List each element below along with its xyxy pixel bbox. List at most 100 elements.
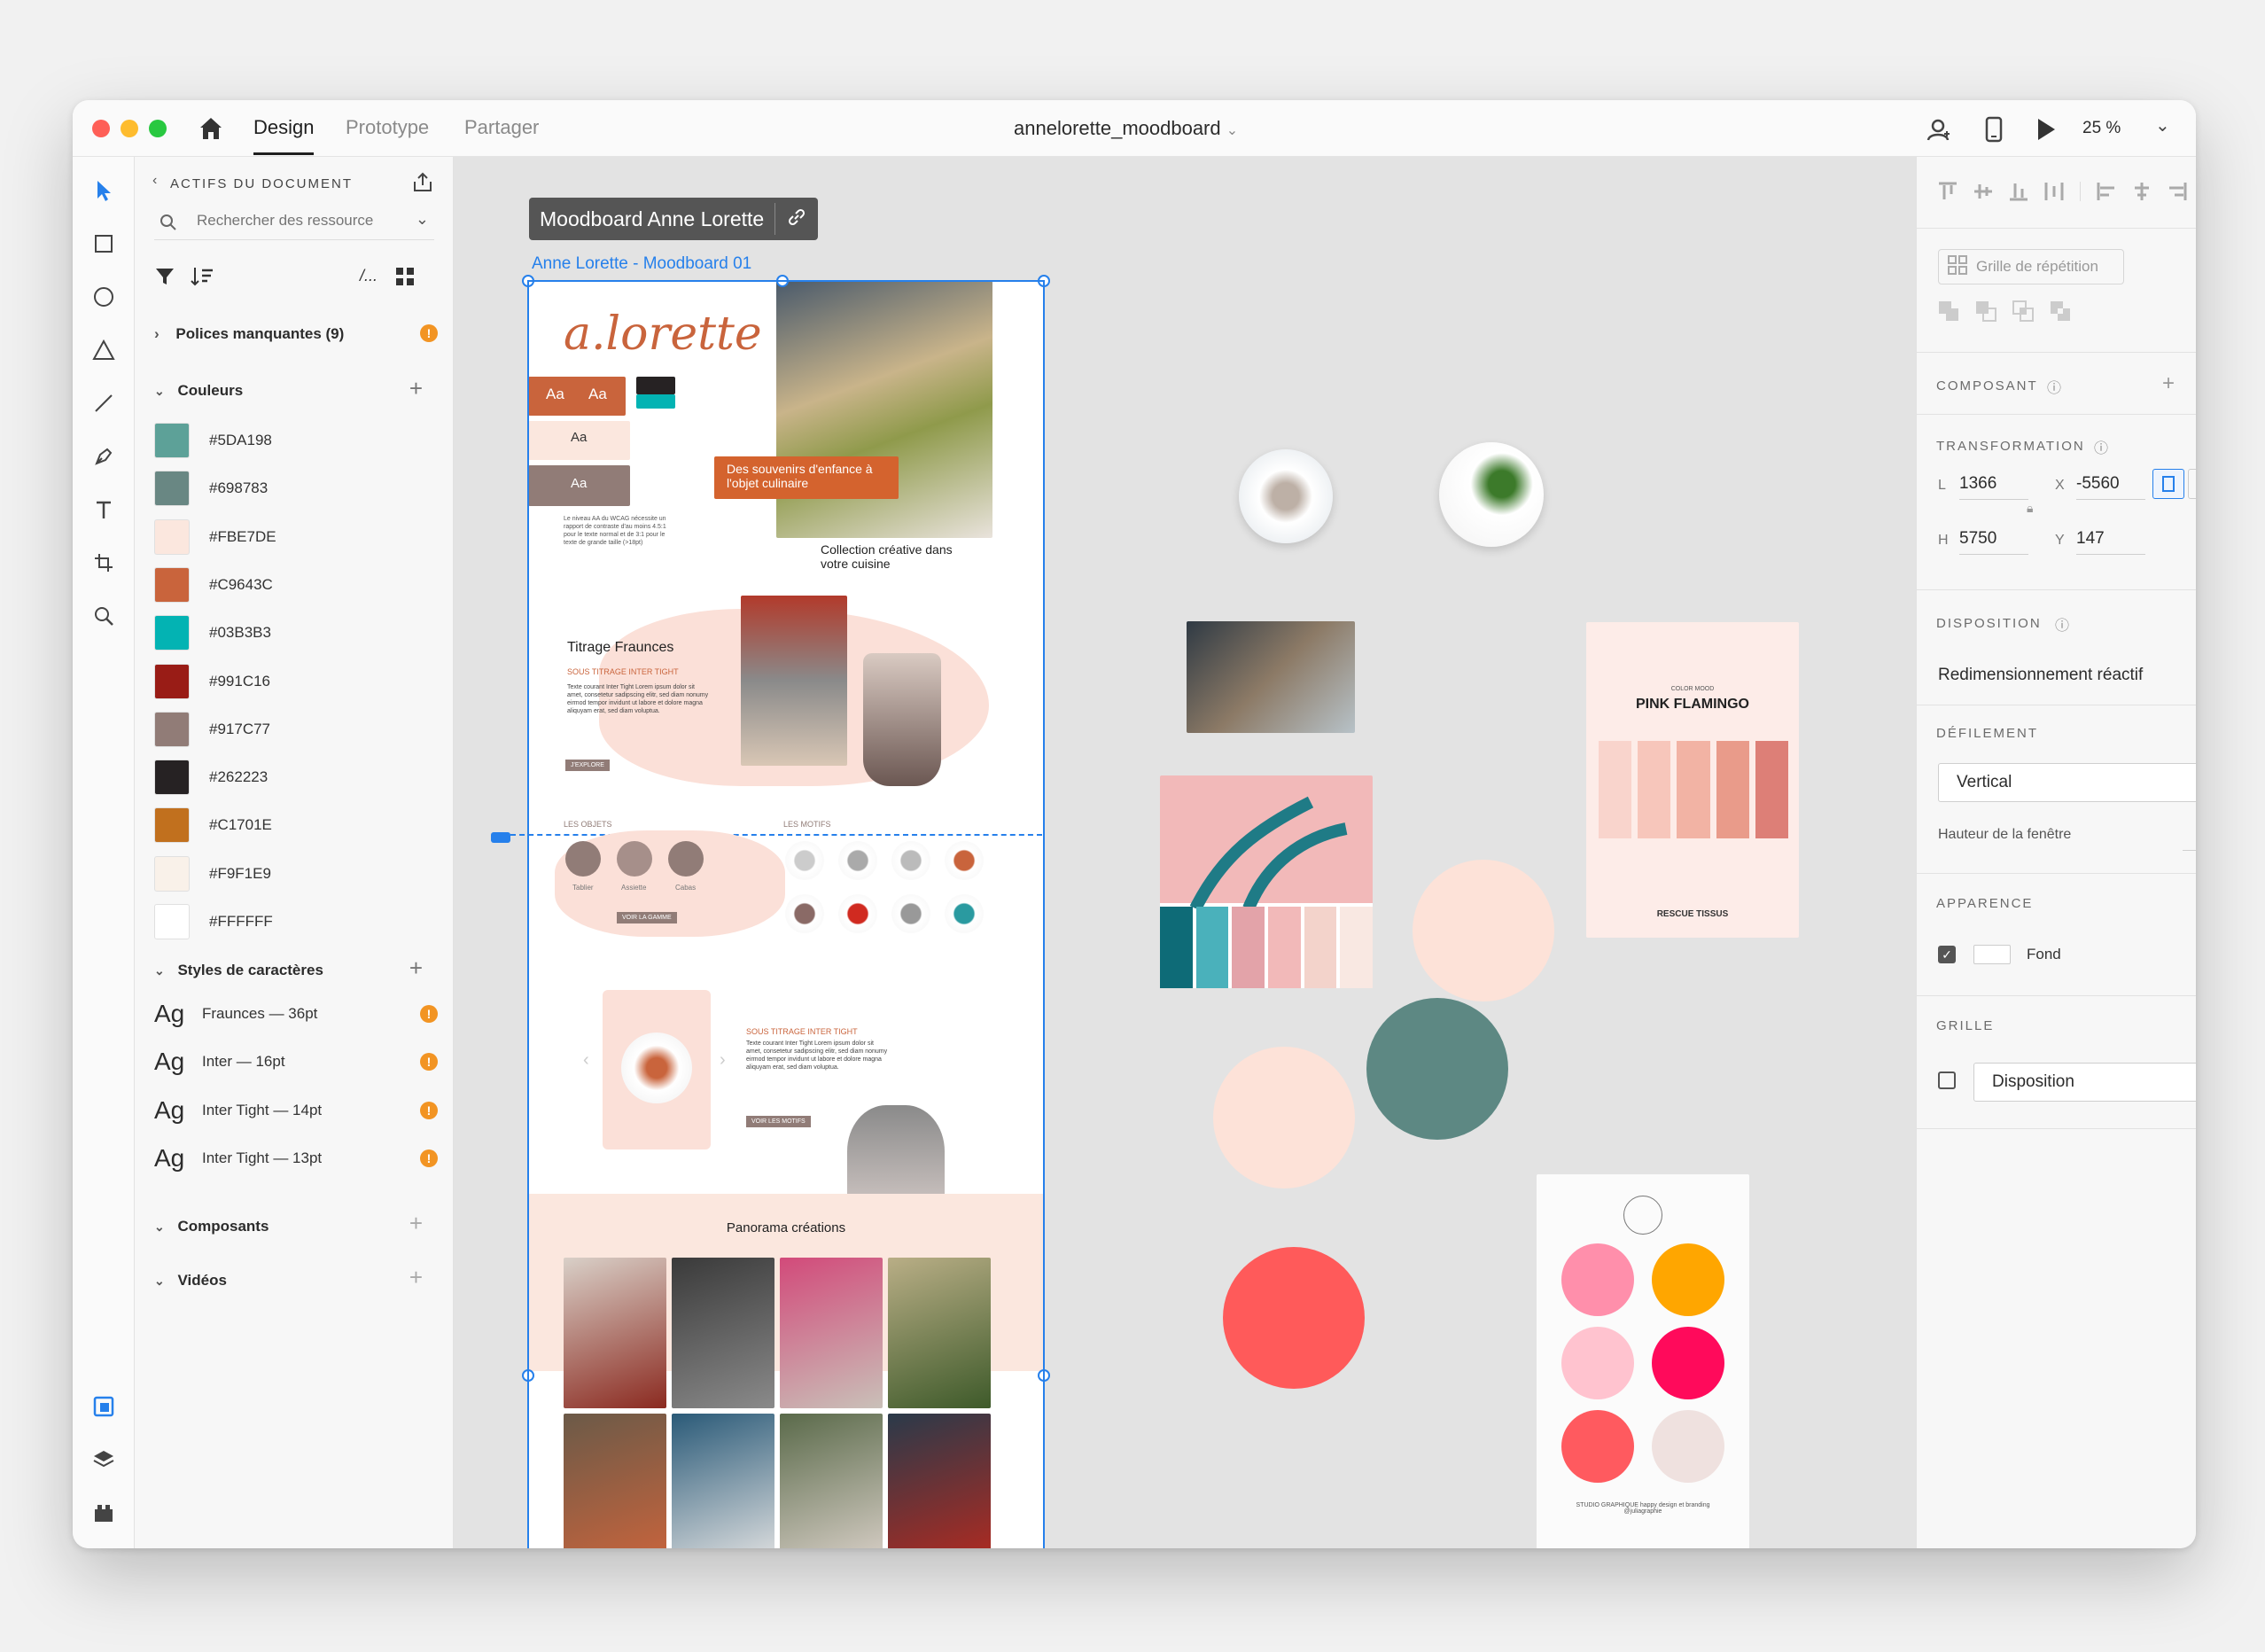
color-swatch-row[interactable]: #03B3B3 — [154, 613, 271, 652]
char-style-row[interactable]: Ag Fraunces — 36pt! — [154, 994, 438, 1033]
align-left-icon[interactable] — [2097, 182, 2116, 206]
color-circle[interactable] — [1366, 998, 1508, 1140]
fill-color-swatch[interactable] — [1973, 945, 2011, 964]
color-swatch-row[interactable]: #C1701E — [154, 806, 272, 845]
motif-button[interactable]: VOIR LES MOTIFS — [746, 1116, 811, 1127]
plugins-icon[interactable] — [88, 1497, 120, 1529]
zoom-chevron-icon[interactable]: ⌄ — [2155, 114, 2170, 139]
landscape-orientation-icon[interactable] — [2188, 469, 2196, 499]
fold-handle[interactable] — [491, 832, 510, 843]
kitchen-photo[interactable] — [1187, 621, 1355, 733]
color-swatch[interactable] — [154, 760, 190, 796]
moodboard-artboard[interactable]: a.lorette Aa Aa Aa Aa Le niveau AA du WCA… — [510, 281, 1044, 1548]
palm-leaves-image[interactable] — [1160, 775, 1374, 988]
subtract-boolean-icon[interactable] — [1975, 300, 1996, 326]
zoom-tool-icon[interactable] — [88, 600, 120, 632]
invite-user-icon[interactable] — [1925, 116, 1951, 141]
share-export-icon[interactable] — [411, 171, 434, 199]
scroll-dropdown[interactable]: Vertical ⌄ — [1938, 763, 2196, 802]
color-swatch[interactable] — [154, 471, 190, 507]
repeat-grid-button[interactable]: Grille de répétition — [1938, 249, 2124, 284]
color-swatch[interactable] — [154, 904, 190, 939]
missing-fonts-row[interactable]: › Polices manquantes (9) ! — [154, 324, 438, 343]
filter-icon[interactable] — [154, 267, 175, 291]
gallery-photo[interactable] — [672, 1414, 774, 1548]
gallery-photo[interactable] — [672, 1258, 774, 1408]
color-swatch[interactable] — [154, 566, 190, 603]
char-style-row[interactable]: Ag Inter Tight — 14pt! — [154, 1091, 438, 1130]
object-thumb[interactable] — [668, 841, 704, 877]
tab-design[interactable]: Design — [253, 116, 315, 155]
info-icon[interactable]: ⓘ — [2055, 613, 2069, 635]
info-icon[interactable]: ⓘ — [2094, 436, 2108, 457]
grid-checkbox[interactable] — [1938, 1071, 1956, 1089]
char-style-row[interactable]: Ag Inter Tight — 13pt! — [154, 1139, 438, 1178]
align-bottom-icon[interactable] — [2009, 182, 2028, 206]
components-section-header[interactable]: ⌄ Composants — [154, 1218, 438, 1235]
object-thumb[interactable] — [617, 841, 652, 877]
maximize-window-button[interactable] — [149, 120, 167, 137]
add-video-button[interactable]: + — [409, 1266, 423, 1289]
ellipse-tool-icon[interactable] — [88, 281, 120, 313]
select-tool-icon[interactable] — [88, 175, 120, 206]
color-swatch-row[interactable]: #FBE7DE — [154, 518, 276, 557]
close-window-button[interactable] — [92, 120, 110, 137]
color-swatch[interactable] — [154, 711, 190, 747]
color-swatch-row[interactable]: #262223 — [154, 758, 268, 797]
y-input[interactable]: 147 — [2076, 529, 2145, 555]
zoom-level[interactable]: 25 % — [2082, 119, 2121, 144]
gallery-photo[interactable] — [888, 1258, 991, 1408]
char-styles-section-header[interactable]: ⌄ Styles de caractères — [154, 962, 438, 979]
height-input[interactable]: 5750 — [1959, 529, 2028, 555]
viewport-height-input[interactable]: 1480 — [2183, 825, 2196, 851]
color-circle[interactable] — [1413, 860, 1554, 1001]
color-swatch-row[interactable]: #917C77 — [154, 710, 270, 749]
gallery-photo[interactable] — [564, 1258, 666, 1408]
search-field[interactable]: ⌄ — [154, 208, 434, 240]
document-assets-icon[interactable] — [88, 1391, 120, 1422]
portrait-orientation-icon[interactable] — [2152, 469, 2184, 499]
tab-share[interactable]: Partager — [464, 116, 539, 139]
search-input[interactable] — [197, 212, 374, 230]
range-button[interactable]: VOIR LA GAMME — [617, 912, 677, 923]
pink-flamingo-card[interactable]: COLOR MOOD PINK FLAMINGO RESCUE TISSUS — [1586, 622, 1799, 938]
artboard-tool-icon[interactable] — [88, 547, 120, 579]
add-char-style-button[interactable]: + — [409, 956, 423, 979]
videos-section-header[interactable]: ⌄ Vidéos — [154, 1272, 438, 1290]
plate-image[interactable] — [1239, 449, 1333, 543]
info-icon[interactable]: ⓘ — [2047, 376, 2061, 397]
polygon-tool-icon[interactable] — [88, 334, 120, 366]
color-swatch[interactable] — [154, 518, 190, 555]
list-view-icon[interactable]: /... — [360, 267, 378, 285]
distribute-vertical-icon[interactable] — [2044, 182, 2064, 206]
colors-section-header[interactable]: ⌄ Couleurs — [154, 382, 438, 400]
link-icon[interactable] — [786, 206, 807, 232]
salad-plate-image[interactable] — [1439, 442, 1544, 547]
motif-thumb[interactable] — [785, 841, 824, 880]
design-canvas[interactable]: Moodboard Anne Lorette Anne Lorette - Mo… — [454, 157, 1916, 1548]
rectangle-tool-icon[interactable] — [88, 228, 120, 260]
add-component-button[interactable]: + — [409, 1212, 423, 1235]
gallery-photo[interactable] — [780, 1414, 883, 1548]
motif-thumb[interactable] — [945, 841, 984, 880]
color-swatch[interactable] — [154, 855, 190, 892]
gallery-photo[interactable] — [888, 1414, 991, 1548]
layers-icon[interactable] — [88, 1444, 120, 1476]
color-swatch[interactable] — [154, 423, 190, 458]
grid-view-icon[interactable] — [395, 267, 415, 291]
gallery-photo[interactable] — [564, 1414, 666, 1548]
x-input[interactable]: -5560 — [2076, 474, 2145, 500]
home-icon[interactable] — [195, 113, 227, 144]
minimize-window-button[interactable] — [121, 120, 138, 137]
text-tool-icon[interactable] — [88, 494, 120, 526]
gallery-photo[interactable] — [780, 1258, 883, 1408]
carousel-next-icon[interactable]: › — [720, 1050, 726, 1071]
document-title[interactable]: annelorette_moodboard ⌄ — [1014, 117, 1238, 140]
viewport-fold-line[interactable] — [510, 834, 1042, 836]
add-boolean-icon[interactable] — [1938, 300, 1959, 326]
motif-thumb[interactable] — [838, 841, 877, 880]
create-component-button[interactable]: + — [2162, 371, 2175, 396]
tab-prototype[interactable]: Prototype — [346, 116, 429, 139]
device-preview-icon[interactable] — [1984, 116, 2004, 143]
artboard-chip[interactable]: Moodboard Anne Lorette — [529, 198, 819, 240]
